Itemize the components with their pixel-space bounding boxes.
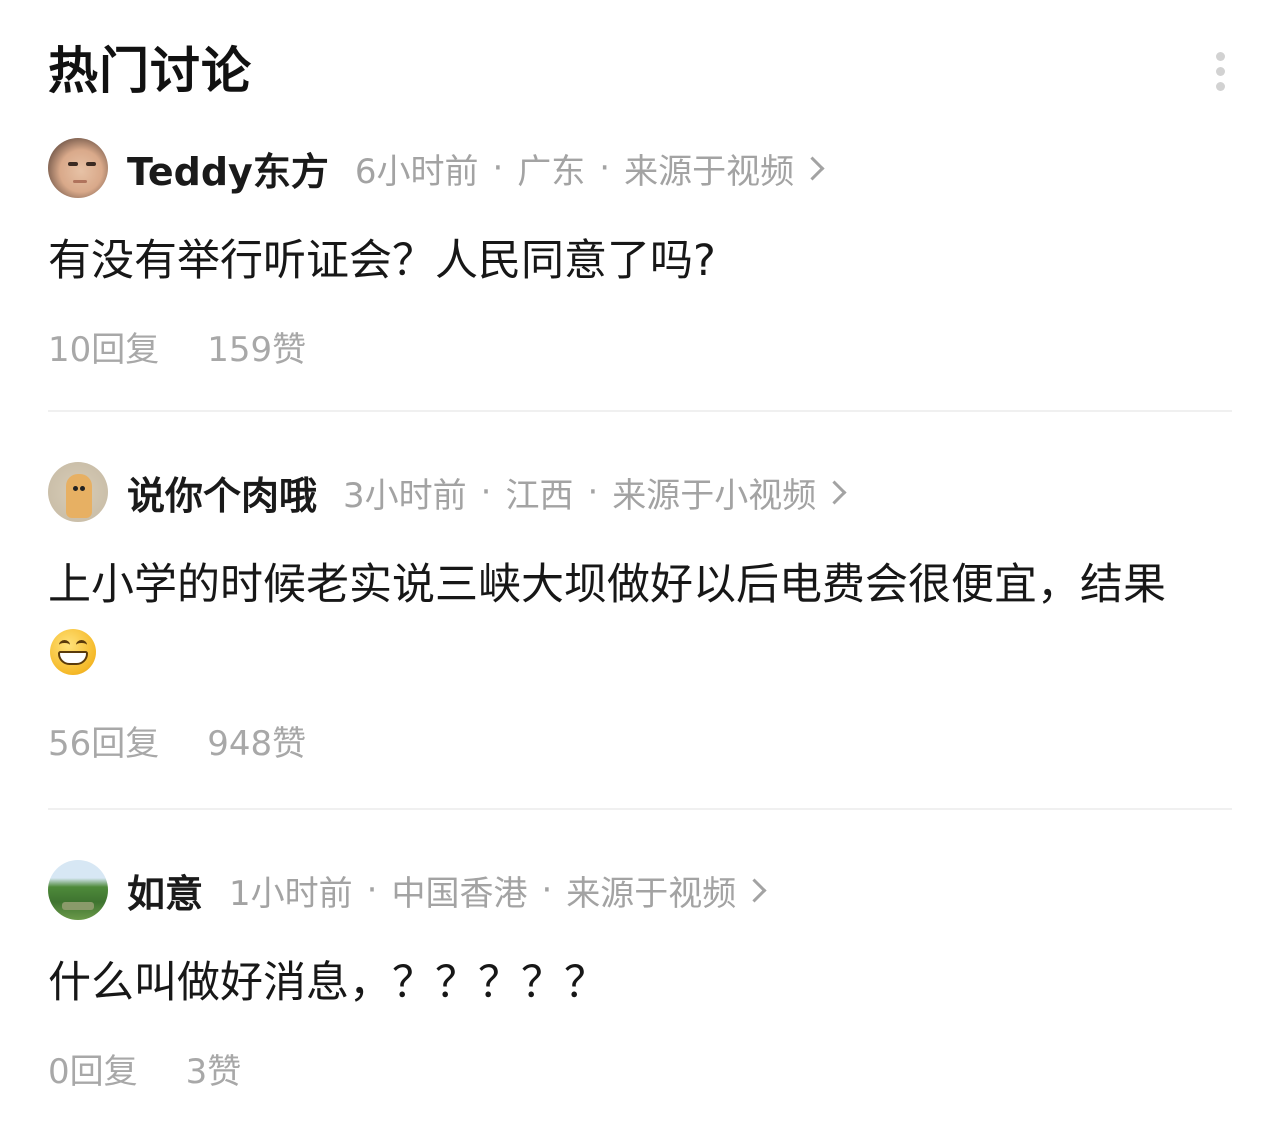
more-options-button[interactable] xyxy=(1208,48,1232,96)
comment-meta[interactable]: 3小时前 · 江西 · 来源于小视频 xyxy=(343,468,849,517)
like-count[interactable]: 159赞 xyxy=(207,322,306,371)
avatar-eye xyxy=(68,162,78,166)
user-avatar-tree[interactable] xyxy=(48,860,108,920)
comment-header: 说你个肉哦 3小时前 · 江西 · 来源于小视频 xyxy=(48,460,1232,524)
comment-stats: 10回复 159赞 xyxy=(48,322,1232,371)
comment-text-content: 什么叫做好消息，？？？？？ xyxy=(48,958,607,1008)
meta-separator: · xyxy=(587,472,599,512)
emoji-eye xyxy=(59,640,70,650)
meta-separator: · xyxy=(366,870,378,910)
chevron-right-icon xyxy=(800,155,825,181)
more-vertical-icon-dot xyxy=(1216,82,1225,91)
comment-location: 中国香港 xyxy=(391,873,528,914)
emoji-mouth xyxy=(58,651,88,665)
like-count[interactable]: 3赞 xyxy=(186,1044,242,1093)
more-vertical-icon xyxy=(1216,52,1225,61)
username[interactable]: 如意 xyxy=(127,863,203,918)
more-vertical-icon-dot xyxy=(1216,67,1225,76)
section-title: 热门讨论 xyxy=(48,42,252,100)
comment-text-content: 有没有举行听证会？人民同意了吗? xyxy=(48,236,716,286)
comment-item: Teddy东方 6小时前 · 广东 · 来源于视频 有没有举行听证会？人民同意了… xyxy=(48,136,1232,371)
meta-separator: · xyxy=(599,148,611,188)
divider xyxy=(48,410,1232,412)
avatar-mouth xyxy=(73,180,87,183)
avatar-eye xyxy=(73,486,78,491)
avatar-tree-detail xyxy=(62,902,94,910)
comment-header: Teddy东方 6小时前 · 广东 · 来源于视频 xyxy=(48,136,1232,200)
comment-source: 来源于视频 xyxy=(624,151,795,192)
user-avatar-toy[interactable] xyxy=(48,462,108,522)
comment-stats: 0回复 3赞 xyxy=(48,1044,1232,1093)
avatar-toy-body xyxy=(66,474,92,518)
comment-stats: 56回复 948赞 xyxy=(48,716,1232,765)
comment-source: 来源于小视频 xyxy=(612,475,817,516)
comment-meta[interactable]: 6小时前 · 广东 · 来源于视频 xyxy=(355,144,827,193)
comment-text: 上小学的时候老实说三峡大坝做好以后电费会很便宜，结果 xyxy=(48,550,1208,690)
comment-location: 广东 xyxy=(517,151,586,192)
comment-time: 6小时前 xyxy=(354,151,479,192)
reply-count[interactable]: 0回复 xyxy=(48,1044,138,1093)
section-header: 热门讨论 xyxy=(48,36,1232,106)
grinning-face-emoji-icon xyxy=(50,629,96,675)
reply-count[interactable]: 10回复 xyxy=(48,322,159,371)
meta-separator: · xyxy=(492,148,504,188)
meta-separator: · xyxy=(541,870,553,910)
emoji-eye xyxy=(76,640,87,650)
chevron-right-icon xyxy=(822,479,847,505)
comment-item: 说你个肉哦 3小时前 · 江西 · 来源于小视频 上小学的时候老实说三峡大坝做好… xyxy=(48,460,1232,765)
username[interactable]: 说你个肉哦 xyxy=(127,465,317,520)
user-avatar-photo[interactable] xyxy=(48,138,108,198)
divider xyxy=(48,808,1232,810)
comment-location: 江西 xyxy=(505,475,574,516)
avatar-eye xyxy=(80,486,85,491)
comment-header: 如意 1小时前 · 中国香港 · 来源于视频 xyxy=(48,858,1232,922)
comment-time: 3小时前 xyxy=(343,475,467,516)
comment-source: 来源于视频 xyxy=(566,873,737,914)
chevron-right-icon xyxy=(742,877,767,903)
comment-item: 如意 1小时前 · 中国香港 · 来源于视频 什么叫做好消息，？？？？？ 0回复… xyxy=(48,858,1232,1093)
comment-text: 什么叫做好消息，？？？？？ xyxy=(48,948,1208,1018)
like-count[interactable]: 948赞 xyxy=(207,716,306,765)
reply-count[interactable]: 56回复 xyxy=(48,716,159,765)
comment-text: 有没有举行听证会？人民同意了吗? xyxy=(48,226,1208,296)
username[interactable]: Teddy东方 xyxy=(127,141,329,196)
comment-text-content: 上小学的时候老实说三峡大坝做好以后电费会很便宜，结果 xyxy=(48,560,1166,610)
meta-separator: · xyxy=(480,472,492,512)
comment-time: 1小时前 xyxy=(229,873,353,914)
comment-meta[interactable]: 1小时前 · 中国香港 · 来源于视频 xyxy=(229,866,769,915)
avatar-eye xyxy=(86,162,96,166)
